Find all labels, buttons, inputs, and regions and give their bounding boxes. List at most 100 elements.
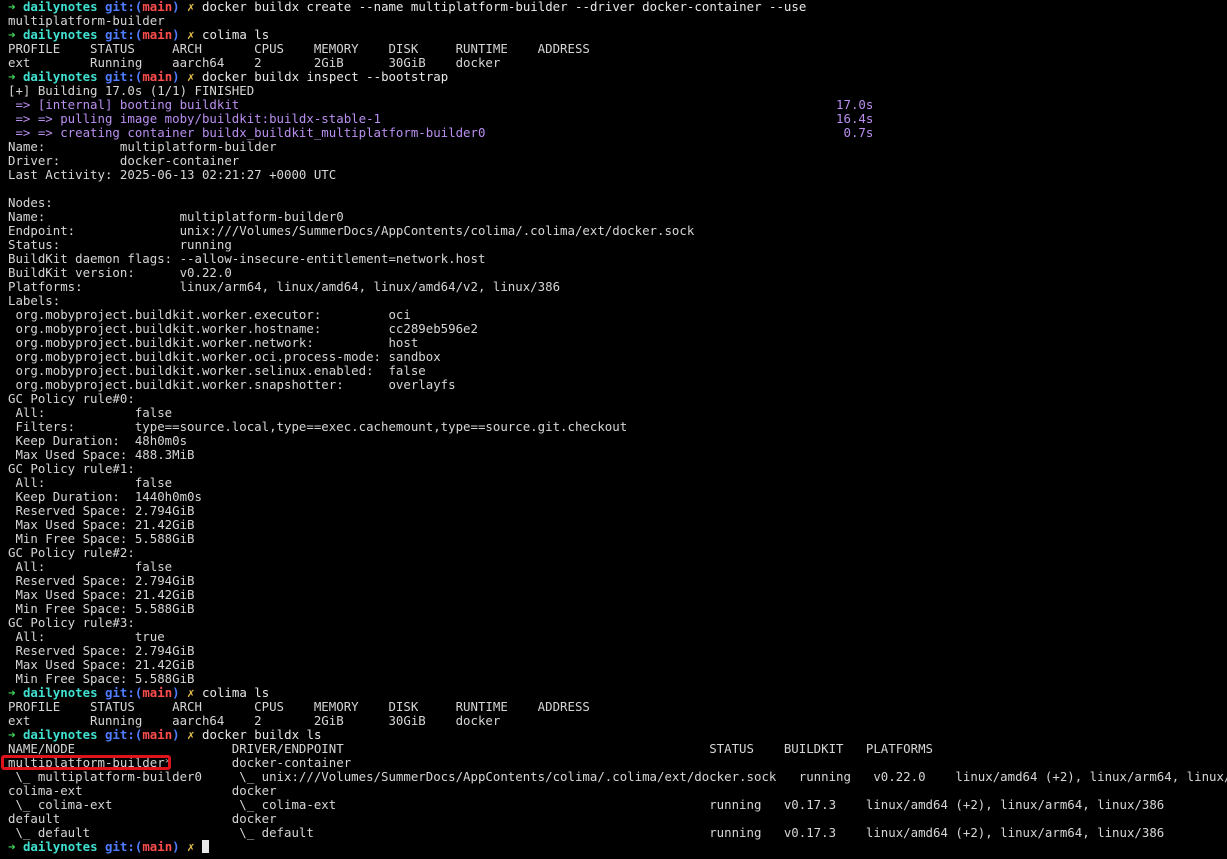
- output-text: Max Used Space: 488.3MiB: [8, 448, 195, 462]
- prompt-dirty-icon: ✗: [187, 0, 195, 14]
- output-line: PROFILE STATUS ARCH CPUS MEMORY DISK RUN…: [8, 42, 1227, 56]
- output-line: All: true: [8, 630, 1227, 644]
- highlight-annotation-box: [1, 755, 171, 770]
- output-line: GC Policy rule#3:: [8, 616, 1227, 630]
- output-text: default docker: [8, 812, 277, 826]
- command-text: colima ls: [202, 28, 270, 42]
- output-line: Status: running: [8, 238, 1227, 252]
- output-text: PROFILE STATUS ARCH CPUS MEMORY DISK RUN…: [8, 42, 590, 56]
- output-line: Max Used Space: 488.3MiB: [8, 448, 1227, 462]
- output-text: => => creating container buildx_buildkit…: [8, 126, 874, 140]
- prompt-directory: dailynotes: [22, 728, 98, 742]
- prompt-dirty-icon: ✗: [187, 728, 195, 742]
- output-line: Driver: docker-container: [8, 154, 1227, 168]
- output-text: colima-ext docker: [8, 784, 277, 798]
- output-line: colima-ext docker: [8, 784, 1227, 798]
- prompt-dirty-icon: ✗: [187, 70, 195, 84]
- prompt-git-prefix: git:(: [105, 0, 143, 14]
- output-text: All: false: [8, 406, 173, 420]
- output-line: Last Activity: 2025-06-13 02:21:27 +0000…: [8, 168, 1227, 182]
- prompt-directory: dailynotes: [22, 70, 98, 84]
- output-line: BuildKit daemon flags: --allow-insecure-…: [8, 252, 1227, 266]
- output-text: \_ colima-ext \_ colima-ext running v0.1…: [8, 798, 1165, 812]
- command-text: docker buildx inspect --bootstrap: [202, 70, 449, 84]
- output-text: GC Policy rule#3:: [8, 616, 135, 630]
- output-text: Endpoint: unix:///Volumes/SummerDocs/App…: [8, 224, 695, 238]
- text-cursor[interactable]: [202, 840, 210, 853]
- output-text: Name: multiplatform-builder: [8, 140, 277, 154]
- prompt-arrow-icon: ➜: [8, 686, 16, 700]
- output-line: Min Free Space: 5.588GiB: [8, 672, 1227, 686]
- output-line: \_ multiplatform-builder0 \_ unix:///Vol…: [8, 770, 1227, 784]
- output-text: => => pulling image moby/buildkit:buildx…: [8, 112, 874, 126]
- output-line: Min Free Space: 5.588GiB: [8, 532, 1227, 546]
- output-line: Name: multiplatform-builder: [8, 140, 1227, 154]
- output-text: NAME/NODE DRIVER/ENDPOINT STATUS BUILDKI…: [8, 742, 934, 756]
- output-text: \_ default \_ default running v0.17.3 li…: [8, 826, 1165, 840]
- output-text: Name: multiplatform-builder0: [8, 210, 344, 224]
- prompt-dirty-icon: ✗: [187, 686, 195, 700]
- prompt-git-branch: main: [142, 70, 173, 84]
- output-line: [+] Building 17.0s (1/1) FINISHED: [8, 84, 1227, 98]
- output-text: PROFILE STATUS ARCH CPUS MEMORY DISK RUN…: [8, 700, 590, 714]
- terminal-window[interactable]: ➜ dailynotes git:( main) ✗ docker buildx …: [0, 0, 1227, 859]
- output-line: org.mobyproject.buildkit.worker.network:…: [8, 336, 1227, 350]
- output-line: Reserved Space: 2.794GiB: [8, 574, 1227, 588]
- output-line: Max Used Space: 21.42GiB: [8, 518, 1227, 532]
- output-line: multiplatform-builder* docker-container: [8, 756, 1227, 770]
- prompt-git-branch: main: [142, 686, 173, 700]
- prompt-git-suffix: ): [172, 0, 180, 14]
- output-line: PROFILE STATUS ARCH CPUS MEMORY DISK RUN…: [8, 700, 1227, 714]
- output-text: ext Running aarch64 2 2GiB 30GiB docker: [8, 56, 501, 70]
- output-text: GC Policy rule#0:: [8, 392, 135, 406]
- build-progress-line: => => creating container buildx_buildkit…: [8, 126, 1227, 140]
- output-text: Max Used Space: 21.42GiB: [8, 658, 195, 672]
- output-text: Reserved Space: 2.794GiB: [8, 644, 195, 658]
- output-text: [+] Building 17.0s (1/1) FINISHED: [8, 84, 255, 98]
- output-text: \_ multiplatform-builder0 \_ unix:///Vol…: [8, 770, 1227, 784]
- output-line: \_ colima-ext \_ colima-ext running v0.1…: [8, 798, 1227, 812]
- output-text: All: true: [8, 630, 165, 644]
- command-text: docker buildx create --name multiplatfor…: [202, 0, 807, 14]
- output-text: Reserved Space: 2.794GiB: [8, 504, 195, 518]
- output-line: All: false: [8, 560, 1227, 574]
- output-text: multiplatform-builder: [8, 14, 165, 28]
- prompt-arrow-icon: ➜: [8, 0, 16, 14]
- output-text: GC Policy rule#1:: [8, 462, 135, 476]
- prompt-arrow-icon: ➜: [8, 28, 16, 42]
- prompt-git-prefix: git:(: [105, 728, 143, 742]
- prompt-git-branch: main: [142, 28, 173, 42]
- output-line: Keep Duration: 1440h0m0s: [8, 490, 1227, 504]
- prompt-line: ➜ dailynotes git:(main) ✗ colima ls: [8, 28, 1227, 42]
- build-progress-line: => [internal] booting buildkit 17.0s: [8, 98, 1227, 112]
- output-text: Labels:: [8, 294, 61, 308]
- output-line: default docker: [8, 812, 1227, 826]
- output-text: Max Used Space: 21.42GiB: [8, 588, 195, 602]
- output-line: multiplatform-builder: [8, 14, 1227, 28]
- build-progress-line: => => pulling image moby/buildkit:buildx…: [8, 112, 1227, 126]
- output-text: org.mobyproject.buildkit.worker.snapshot…: [8, 378, 456, 392]
- output-text: Status: running: [8, 238, 232, 252]
- output-text: Min Free Space: 5.588GiB: [8, 672, 195, 686]
- output-text: Last Activity: 2025-06-13 02:21:27 +0000…: [8, 168, 337, 182]
- output-line: Max Used Space: 21.42GiB: [8, 658, 1227, 672]
- output-line: Keep Duration: 48h0m0s: [8, 434, 1227, 448]
- output-line: BuildKit version: v0.22.0: [8, 266, 1227, 280]
- output-line: All: false: [8, 406, 1227, 420]
- prompt-dirty-icon: ✗: [187, 28, 195, 42]
- output-line: Nodes:: [8, 196, 1227, 210]
- output-text: All: false: [8, 560, 173, 574]
- output-line: org.mobyproject.buildkit.worker.hostname…: [8, 322, 1227, 336]
- prompt-git-suffix: ): [172, 686, 180, 700]
- output-line: org.mobyproject.buildkit.worker.executor…: [8, 308, 1227, 322]
- prompt-directory: dailynotes: [22, 686, 98, 700]
- output-line: Reserved Space: 2.794GiB: [8, 644, 1227, 658]
- output-text: Driver: docker-container: [8, 154, 240, 168]
- output-line: Min Free Space: 5.588GiB: [8, 602, 1227, 616]
- output-text: Reserved Space: 2.794GiB: [8, 574, 195, 588]
- prompt-directory: dailynotes: [22, 28, 98, 42]
- prompt-line: ➜ dailynotes git:(main) ✗ docker buildx …: [8, 728, 1227, 742]
- output-text: Nodes:: [8, 196, 53, 210]
- prompt-git-prefix: git:(: [105, 840, 143, 854]
